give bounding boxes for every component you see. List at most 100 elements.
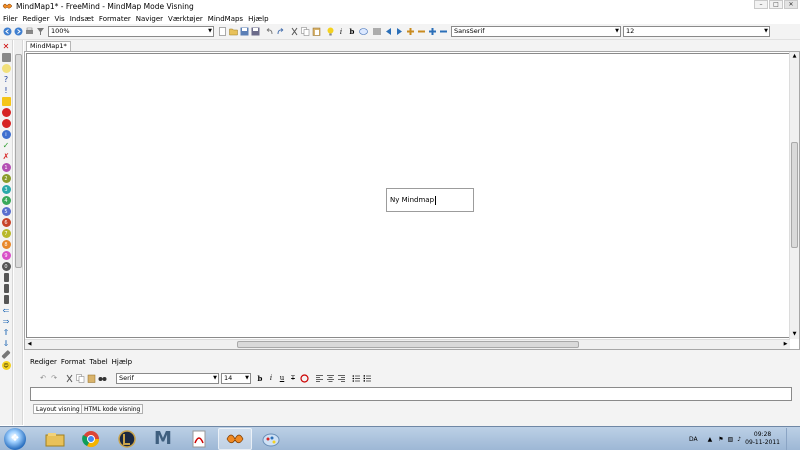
filter-icon[interactable] — [35, 27, 45, 37]
priority-7-icon[interactable]: 7 — [1, 229, 11, 238]
network-icon[interactable]: ▧ — [728, 436, 734, 443]
add-node-icon[interactable] — [405, 27, 415, 37]
priority-5-icon[interactable]: 5 — [1, 207, 11, 216]
traffic-light-red-icon[interactable] — [3, 273, 9, 282]
menu-formater[interactable]: Formater — [99, 15, 131, 23]
strikethrough-icon[interactable]: T — [288, 373, 298, 383]
traffic-light-yellow-icon[interactable] — [3, 284, 9, 293]
traffic-light-green-icon[interactable] — [3, 295, 9, 304]
notes-menu-rediger[interactable]: Rediger — [30, 358, 57, 366]
copy-icon[interactable] — [300, 27, 310, 37]
checkmark-icon[interactable]: ✓ — [2, 141, 11, 150]
tray-arrow-icon[interactable]: ▲ — [708, 436, 713, 443]
priority-2-icon[interactable]: 2 — [1, 174, 11, 183]
print-icon[interactable] — [24, 27, 34, 37]
right-arrow-icon[interactable] — [394, 27, 404, 37]
root-node[interactable]: Ny Mindmap — [386, 188, 474, 212]
arrow-up-icon[interactable]: ⇑ — [2, 328, 11, 337]
align-left-icon[interactable] — [314, 373, 324, 383]
forward-icon[interactable] — [13, 27, 23, 37]
scroll-down-icon[interactable]: ▼ — [790, 330, 799, 339]
remove-child-icon[interactable] — [438, 27, 448, 37]
undo-icon[interactable]: ↶ — [38, 373, 48, 383]
info-icon[interactable]: i — [1, 130, 11, 139]
priority-6-icon[interactable]: 6 — [1, 218, 11, 227]
menu-hjaelp[interactable]: Hjælp — [248, 15, 268, 23]
zoom-select[interactable]: 100% ▼ — [48, 26, 214, 37]
show-desktop-button[interactable] — [786, 428, 794, 450]
add-child-icon[interactable] — [427, 27, 437, 37]
language-indicator[interactable]: DA — [689, 436, 698, 443]
start-button[interactable]: ❖ — [4, 427, 26, 450]
remove-icon-icon[interactable]: ✕ — [2, 42, 11, 51]
menu-naviger[interactable]: Naviger — [136, 15, 163, 23]
menu-mindmaps[interactable]: MindMaps — [208, 15, 243, 23]
notes-font-size-select[interactable]: 14 ▼ — [221, 372, 251, 384]
tab-mindmap1[interactable]: MindMap1* — [26, 41, 71, 51]
exclamation-icon[interactable]: ! — [2, 86, 11, 95]
italic-icon[interactable]: i — [336, 27, 346, 37]
tab-html-view[interactable]: HTML kode visning — [81, 404, 144, 414]
underline-icon[interactable]: u — [277, 373, 287, 383]
trash-icon[interactable] — [1, 53, 11, 62]
font-color-icon[interactable] — [299, 373, 309, 383]
volume-icon[interactable]: ♪ — [737, 436, 741, 443]
priority-9-icon[interactable]: 9 — [1, 251, 11, 260]
menu-filer[interactable]: Filer — [3, 15, 18, 23]
question-icon[interactable]: ? — [2, 75, 11, 84]
menu-indsaet[interactable]: Indsæt — [70, 15, 94, 23]
italic-icon[interactable]: i — [266, 373, 276, 383]
stop-icon[interactable] — [1, 108, 11, 117]
cloud-icon[interactable] — [358, 27, 368, 37]
align-right-icon[interactable] — [336, 373, 346, 383]
notes-menu-hjaelp[interactable]: Hjælp — [112, 358, 132, 366]
priority-3-icon[interactable]: 3 — [1, 185, 11, 194]
pencil-icon[interactable] — [1, 349, 11, 360]
action-center-icon[interactable]: ⚑ — [718, 436, 723, 443]
lol-task-icon[interactable] — [110, 428, 144, 450]
save-icon[interactable] — [239, 27, 249, 37]
paste-icon[interactable] — [311, 27, 321, 37]
maximize-icon[interactable]: □ — [769, 0, 783, 9]
icon-scroll-thumb[interactable] — [15, 54, 22, 268]
cut-icon[interactable] — [64, 373, 74, 383]
scroll-up-icon[interactable]: ▲ — [790, 52, 799, 61]
notes-font-family-select[interactable]: Serif ▼ — [116, 372, 219, 384]
vertical-scrollbar[interactable]: ▲ ▼ — [789, 52, 799, 339]
menu-vis[interactable]: Vis — [54, 15, 64, 23]
font-size-select[interactable]: 12 ▼ — [623, 26, 770, 37]
priority-4-icon[interactable]: 4 — [1, 196, 11, 205]
smiley-icon[interactable]: ☺ — [1, 361, 11, 370]
notes-editor[interactable] — [30, 387, 792, 401]
cross-icon[interactable]: ✗ — [2, 152, 11, 161]
font-family-select[interactable]: SansSerif ▼ — [451, 26, 621, 37]
scroll-left-icon[interactable]: ◀ — [25, 340, 34, 349]
notes-menu-format[interactable]: Format — [61, 358, 86, 366]
undo-icon[interactable] — [264, 27, 274, 37]
align-center-icon[interactable] — [325, 373, 335, 383]
close-icon[interactable]: ✕ — [784, 0, 798, 9]
numbered-list-icon[interactable] — [362, 373, 372, 383]
remove-node-icon[interactable] — [416, 27, 426, 37]
menu-vaerktoejer[interactable]: Værktøjer — [168, 15, 203, 23]
minimize-icon[interactable]: – — [754, 0, 768, 9]
save-as-icon[interactable] — [250, 27, 260, 37]
back-icon[interactable] — [2, 27, 12, 37]
no-entry-icon[interactable] — [1, 119, 11, 128]
bullet-list-icon[interactable] — [351, 373, 361, 383]
find-icon[interactable] — [97, 373, 107, 383]
bold-icon[interactable]: b — [347, 27, 357, 37]
arrow-down-icon[interactable]: ⇓ — [2, 339, 11, 348]
m-app-task-icon[interactable]: M — [146, 428, 180, 450]
notes-menu-tabel[interactable]: Tabel — [90, 358, 108, 366]
copy-icon[interactable] — [75, 373, 85, 383]
left-arrow-icon[interactable] — [383, 27, 393, 37]
open-icon[interactable] — [228, 27, 238, 37]
icon-toolbar-scrollbar[interactable] — [14, 40, 23, 425]
scroll-right-icon[interactable]: ▶ — [781, 340, 790, 349]
paint-task-icon[interactable] — [254, 428, 288, 450]
explorer-task-icon[interactable] — [38, 428, 72, 450]
priority-1-icon[interactable]: 1 — [1, 163, 11, 172]
redo-icon[interactable] — [275, 27, 285, 37]
horizontal-scroll-thumb[interactable] — [237, 341, 579, 348]
